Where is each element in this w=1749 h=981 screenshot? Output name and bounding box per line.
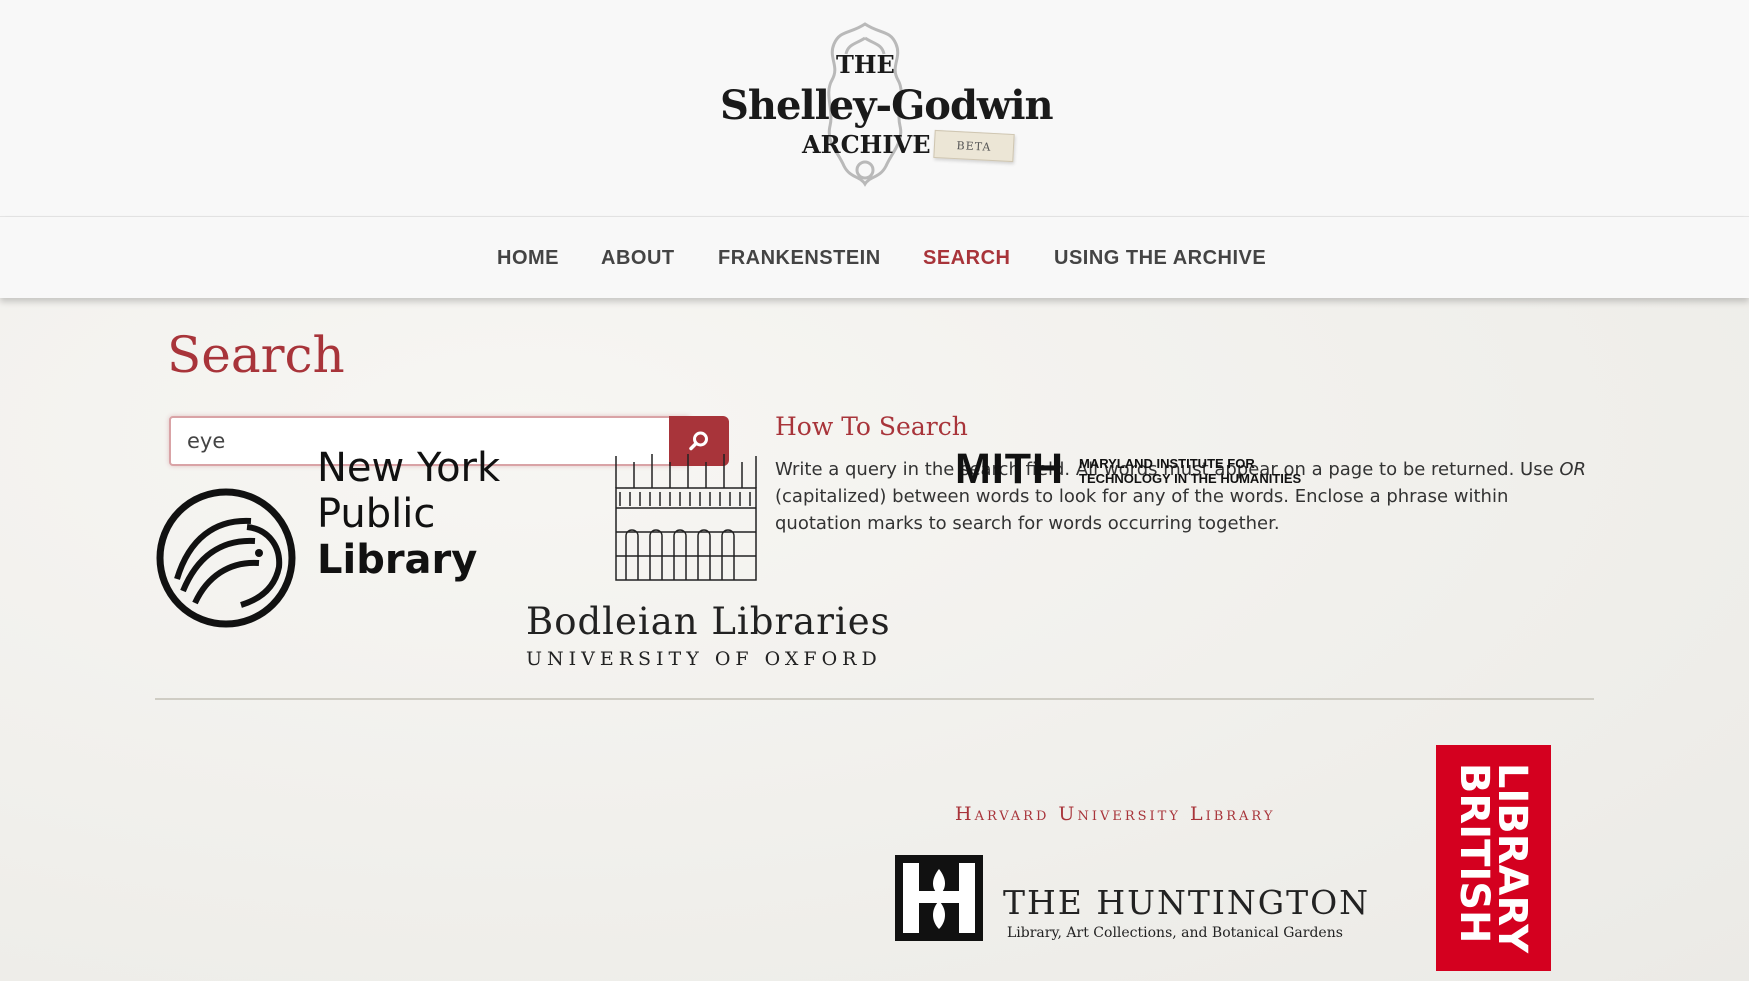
british-library-line2: BRITISH — [1451, 762, 1497, 944]
mith-line2: TECHNOLOGY IN THE HUMANITIES — [1079, 471, 1302, 486]
bodleian-name: Bodleian Libraries — [526, 600, 891, 643]
logo-line-name: Shelley-Godwin — [720, 82, 1054, 129]
how-to-text-or: OR — [1559, 459, 1587, 480]
nypl-logo[interactable]: New York Public Library — [155, 445, 500, 645]
nypl-name: New York Public Library — [317, 445, 500, 583]
lion-icon — [156, 488, 296, 628]
mith-acronym: MITH — [955, 445, 1065, 493]
how-to-search-heading: How To Search — [775, 412, 968, 441]
main-nav: HOME ABOUT FRANKENSTEIN SEARCH USING THE… — [0, 217, 1749, 298]
nypl-line3: Library — [317, 537, 478, 583]
british-library-line1: LIBRARY — [1489, 762, 1535, 954]
harvard-library-logo[interactable]: Harvard University Library — [955, 803, 1275, 825]
nav-item-home[interactable]: HOME — [497, 247, 559, 270]
logo-line-the: THE — [836, 50, 895, 79]
footer-divider — [155, 698, 1594, 700]
huntington-title: THE HUNTINGTON — [1003, 883, 1371, 922]
british-library-logo[interactable]: LIBRARY BRITISH — [1436, 745, 1551, 971]
bodleian-logo[interactable]: Bodleian Libraries UNIVERSITY OF OXFORD — [520, 448, 890, 688]
huntington-logo[interactable]: THE HUNTINGTON Library, Art Collections,… — [895, 853, 1368, 953]
nypl-line2: Public — [317, 491, 436, 537]
page-title: Search — [167, 326, 345, 384]
nav-item-search[interactable]: SEARCH — [923, 247, 1010, 270]
mith-logo[interactable]: MITH MARYLAND INSTITUTE FOR TECHNOLOGY I… — [955, 445, 1355, 535]
beta-badge: BETA — [933, 129, 1015, 163]
mith-line1: MARYLAND INSTITUTE FOR — [1079, 456, 1255, 471]
site-header: THE Shelley-Godwin ARCHIVE BETA — [0, 0, 1749, 217]
bodleian-university: UNIVERSITY OF OXFORD — [526, 648, 882, 670]
logo-line-archive: ARCHIVE — [802, 130, 931, 159]
huntington-h-icon — [895, 855, 983, 941]
huntington-subtitle: Library, Art Collections, and Botanical … — [1007, 925, 1343, 941]
nav-item-frankenstein[interactable]: FRANKENSTEIN — [718, 247, 881, 270]
nav-item-about[interactable]: ABOUT — [601, 247, 675, 270]
nypl-line1: New York — [317, 445, 501, 491]
british-library-text: LIBRARY BRITISH — [1451, 762, 1535, 954]
building-icon — [615, 454, 757, 581]
site-logo[interactable]: THE Shelley-Godwin ARCHIVE BETA — [710, 18, 1054, 190]
nav-item-using-the-archive[interactable]: USING THE ARCHIVE — [1054, 247, 1266, 270]
